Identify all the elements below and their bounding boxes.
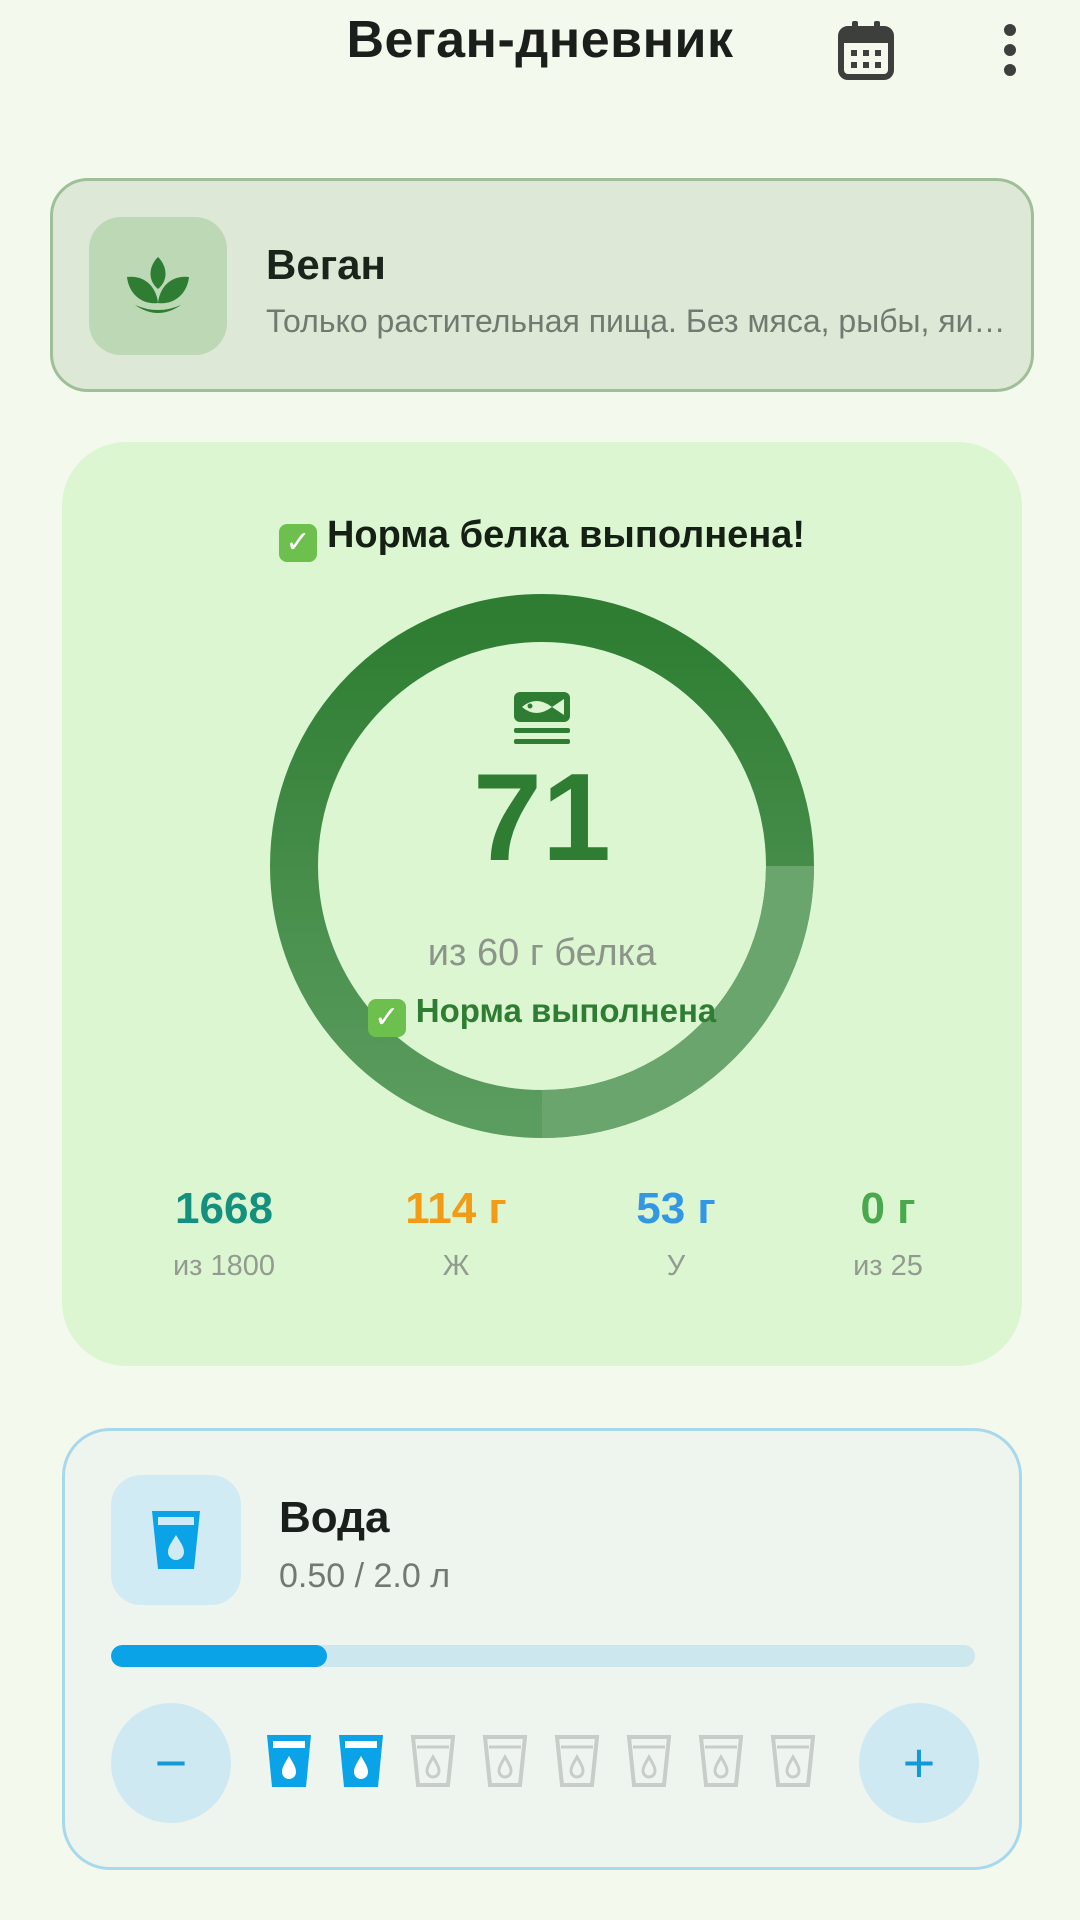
stat-value: 53 г <box>636 1184 716 1233</box>
diet-title: Веган <box>266 241 386 288</box>
stat-value: 1668 <box>175 1184 273 1233</box>
stat-fiber: 0 г из 25 <box>778 1184 998 1283</box>
protein-target: из 60 г белка <box>427 932 657 974</box>
stat-label: из 25 <box>853 1250 923 1282</box>
protein-heading: ✓ Норма белка выполнена! <box>62 514 1022 562</box>
water-cup-empty-icon[interactable] <box>409 1733 457 1789</box>
diet-description: Только растительная пища. Без мяса, рыбы… <box>266 303 1006 339</box>
water-progress-bar <box>111 1645 975 1667</box>
app-title: Веган-дневник <box>346 11 734 69</box>
stat-label: У <box>666 1250 686 1282</box>
stat-label: из 1800 <box>172 1250 276 1282</box>
protein-status: ✓ Норма выполнена <box>270 992 814 1037</box>
macro-stats: 1668 из 1800 114 г Ж 53 г У 0 г из 25 <box>62 1184 1022 1314</box>
water-cup-empty-icon[interactable] <box>697 1733 745 1789</box>
protein-status-text: Норма выполнена <box>415 992 717 1029</box>
check-emoji-icon: ✓ <box>278 524 317 562</box>
ring-center: 71 из 60 г белка ✓ Норма выполнена <box>270 594 814 1138</box>
stat-calories: 1668 из 1800 <box>114 1184 334 1283</box>
plant-icon <box>127 257 189 313</box>
water-cup-filled-icon[interactable] <box>265 1733 313 1789</box>
calendar-icon <box>838 21 894 80</box>
protein-value: 71 <box>473 749 611 887</box>
water-glass-icon <box>152 1511 200 1569</box>
protein-ring: 71 из 60 г белка ✓ Норма выполнена <box>270 594 814 1138</box>
water-cups <box>265 1733 825 1793</box>
stat-label: Ж <box>442 1250 470 1282</box>
stat-value: 114 г <box>405 1184 507 1233</box>
water-cup-empty-icon[interactable] <box>553 1733 601 1789</box>
fish-icon <box>514 692 570 744</box>
water-progress-fill <box>111 1645 327 1667</box>
top-app-bar: Веган-дневник <box>0 0 1080 96</box>
more-options-button[interactable] <box>980 12 1040 88</box>
stat-carbs: 53 г У <box>566 1184 786 1283</box>
water-cup-filled-icon[interactable] <box>337 1733 385 1789</box>
protein-heading-text: Норма белка выполнена! <box>326 514 806 556</box>
stat-value: 0 г <box>860 1184 916 1233</box>
stat-fat: 114 г Ж <box>346 1184 566 1283</box>
diet-icon-box <box>89 217 227 355</box>
water-increase-button[interactable]: + <box>859 1703 979 1823</box>
water-amount: 0.50 / 2.0 л <box>279 1557 451 1595</box>
calendar-button[interactable] <box>828 12 904 88</box>
water-cup-empty-icon[interactable] <box>769 1733 817 1789</box>
water-icon-box <box>111 1475 241 1605</box>
water-cup-empty-icon[interactable] <box>481 1733 529 1789</box>
check-emoji-icon: ✓ <box>367 999 406 1037</box>
water-title: Вода <box>279 1493 390 1542</box>
water-cup-empty-icon[interactable] <box>625 1733 673 1789</box>
protein-card: ✓ Норма белка выполнена! 71 из 60 г белк… <box>62 442 1022 1366</box>
water-decrease-button[interactable]: − <box>111 1703 231 1823</box>
diet-card[interactable]: Веган Только растительная пища. Без мяса… <box>50 178 1034 392</box>
more-vert-icon <box>1004 24 1016 76</box>
water-card: Вода 0.50 / 2.0 л − + <box>62 1428 1022 1870</box>
